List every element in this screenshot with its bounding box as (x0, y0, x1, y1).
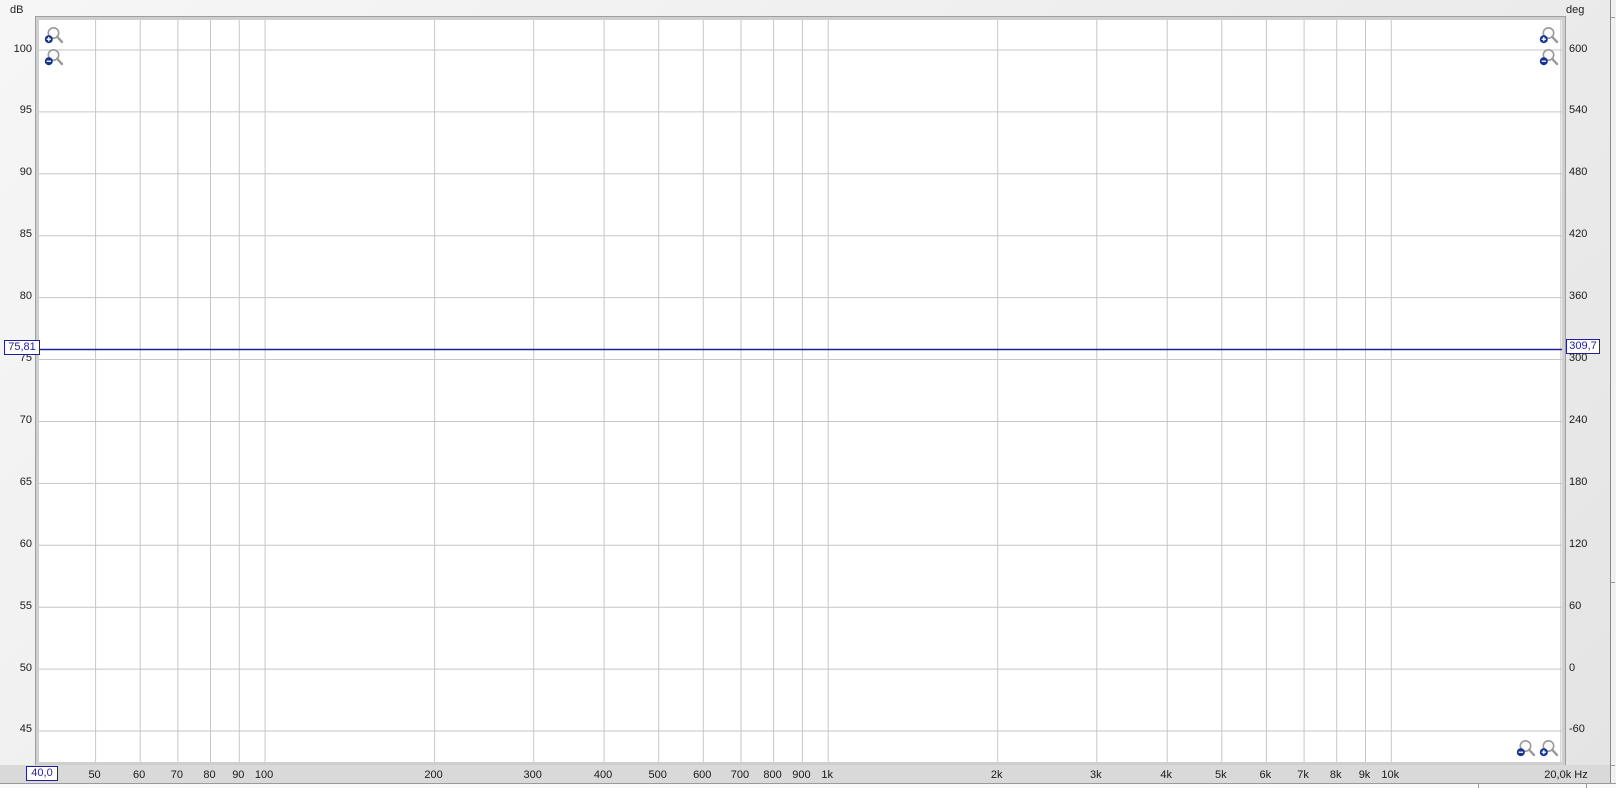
frequency-tick-label: 2k (990, 769, 1003, 781)
db-tick-label: 100 (13, 42, 32, 55)
frequency-tick-label: 6k (1259, 769, 1272, 781)
cursor-db-readout[interactable]: 75,81 (4, 340, 40, 355)
frequency-tick-label: 1k (821, 769, 833, 781)
cursor-deg-readout[interactable]: 309,7 (1566, 339, 1600, 354)
zoom-in-icon[interactable] (44, 26, 64, 46)
plot-canvas[interactable] (39, 20, 1562, 762)
deg-tick-label: 480 (1569, 166, 1588, 179)
frequency-response-plot[interactable] (36, 17, 1565, 765)
db-tick-label: 60 (19, 537, 32, 550)
panel-edge-tick (1611, 765, 1615, 766)
panel-divider (1586, 784, 1587, 788)
frequency-tick-label: 50 (88, 769, 101, 781)
frequency-tick-label: 500 (648, 769, 667, 781)
frequency-tick-label: 600 (693, 769, 712, 781)
frequency-tick-label: 200 (424, 769, 443, 781)
zoom-out-icon[interactable] (44, 48, 64, 68)
db-tick-label: 70 (19, 413, 32, 426)
panel-edge-tick (1611, 17, 1615, 18)
db-tick-label: 85 (19, 228, 32, 241)
deg-tick-label: 60 (1569, 599, 1582, 612)
deg-tick-label: 540 (1569, 104, 1588, 117)
measurement-app-window: dB deg 100 95 90 85 80 75 70 65 60 55 50 45 600 540 4… (0, 0, 1616, 788)
panel-edge-tick (1611, 582, 1615, 583)
db-tick-label: 90 (19, 166, 32, 179)
panel-divider (1478, 784, 1479, 788)
zoom-in-icon[interactable] (1539, 739, 1559, 759)
deg-tick-label: 360 (1569, 290, 1588, 303)
db-tick-label: 80 (19, 290, 32, 303)
deg-tick-label: 600 (1569, 42, 1588, 55)
db-tick-label: 50 (19, 661, 32, 674)
adjacent-panel-edge (1610, 0, 1616, 788)
right-axis-unit-label: deg (1566, 4, 1585, 16)
db-tick-label: 95 (19, 104, 32, 117)
deg-tick-label: -60 (1569, 723, 1585, 736)
db-tick-label: 65 (19, 475, 32, 488)
lower-panel-top-edge (0, 783, 1616, 788)
frequency-tick-label: 100 (254, 769, 274, 781)
zoom-out-icon[interactable] (1516, 739, 1536, 759)
deg-tick-label: 0 (1569, 661, 1576, 674)
frequency-tick-label: 4k (1160, 769, 1172, 781)
deg-tick-label: 240 (1569, 413, 1588, 426)
deg-tick-label: 420 (1569, 228, 1588, 241)
frequency-tick-label: 400 (593, 769, 613, 781)
frequency-axis-end-label: 20,0k Hz (1544, 769, 1588, 781)
db-tick-label: 55 (19, 599, 32, 612)
deg-tick-label: 180 (1569, 475, 1588, 488)
frequency-tick-label: 60 (133, 769, 146, 781)
db-tick-label: 45 (19, 723, 32, 736)
cursor-frequency-readout[interactable]: 40,0 (26, 766, 58, 781)
deg-tick-label: 120 (1569, 537, 1588, 550)
frequency-tick-label: 300 (523, 769, 542, 781)
left-axis-unit-label: dB (10, 4, 24, 16)
frequency-tick-label: 10k (1381, 769, 1400, 781)
zoom-out-icon[interactable] (1539, 48, 1559, 68)
zoom-in-icon[interactable] (1539, 26, 1559, 46)
frequency-tick-label: 3k (1090, 769, 1102, 781)
frequency-tick-label: 5k (1214, 769, 1227, 781)
